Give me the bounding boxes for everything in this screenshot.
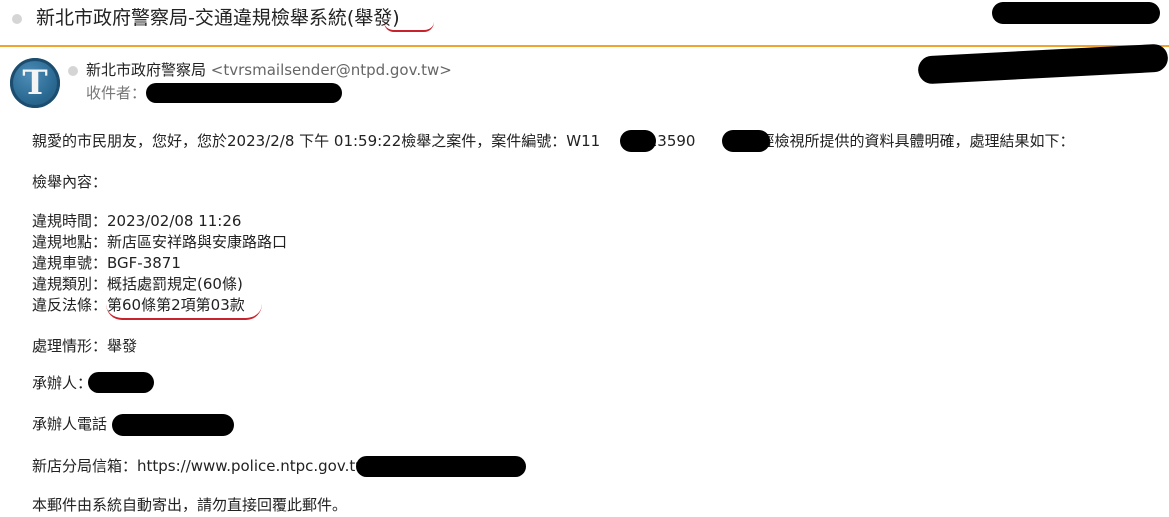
greeting-start: 親愛的市民朋友，您好，您於2023/2/8 下午 01:59:22檢舉之案件，案… [32,132,601,150]
sender-avatar[interactable]: T [10,58,60,108]
redaction-mailbox [356,456,526,477]
redaction-recipient [146,83,342,103]
greeting-end: 19，經檢視所提供的資料具體明確，處理結果如下： [725,132,1075,150]
redaction-date [992,2,1160,24]
mailbox-line: 新店分局信箱：https://www.police.ntpc.gov.tw [32,457,368,475]
redaction-handler [88,372,154,393]
recipient-label: 收件者： [86,84,147,102]
redaction-case-part2 [722,130,770,152]
law-underline-annotation [106,304,262,320]
status-underline-annotation [384,22,434,32]
redaction-timestamp [917,43,1169,85]
sender-email[interactable]: <tvrsmailsender@ntpd.gov.tw> [211,61,452,79]
redaction-phone [112,414,234,436]
sender-line: 新北市政府警察局 <tvrsmailsender@ntpd.gov.tw> [86,60,452,80]
handler-line: 承辦人： [32,374,93,392]
sender-status-dot-icon [68,66,78,76]
subject-row: 新北市政府警察局-交通違規檢舉系統(舉發) [0,0,1169,44]
recipient-line: 收件者： [86,83,146,103]
violation-law-label: 違反法條： [32,296,108,314]
handling-status: 處理情形：舉發 [32,337,138,355]
greeting-line: 親愛的市民朋友，您好，您於2023/2/8 下午 01:59:22檢舉之案件，案… [32,131,1075,152]
violation-time: 違規時間：2023/02/08 11:26 [32,212,242,230]
handler-phone-line: 承辦人電話 [32,415,108,433]
sender-name[interactable]: 新北市政府警察局 [86,61,206,79]
redaction-case-part1 [620,130,656,152]
avatar-letter: T [22,63,48,103]
violation-plate: 違規車號：BGF-3871 [32,254,181,272]
unread-dot-icon[interactable] [12,14,22,24]
subject-title: 新北市政府警察局-交通違規檢舉系統 [36,7,347,29]
footer-note: 本郵件由系統自動寄出，請勿直接回覆此郵件。 [32,496,348,514]
email-view: 新北市政府警察局-交通違規檢舉系統(舉發) T 新北市政府警察局 <tvrsma… [0,0,1169,517]
violation-category: 違規類別：概括處罰規定(60條) [32,275,243,293]
violation-location: 違規地點：新店區安祥路與安康路路口 [32,233,288,251]
header-divider [0,45,1169,47]
email-subject: 新北市政府警察局-交通違規檢舉系統(舉發) [36,6,400,30]
report-heading: 檢舉內容： [32,173,108,191]
